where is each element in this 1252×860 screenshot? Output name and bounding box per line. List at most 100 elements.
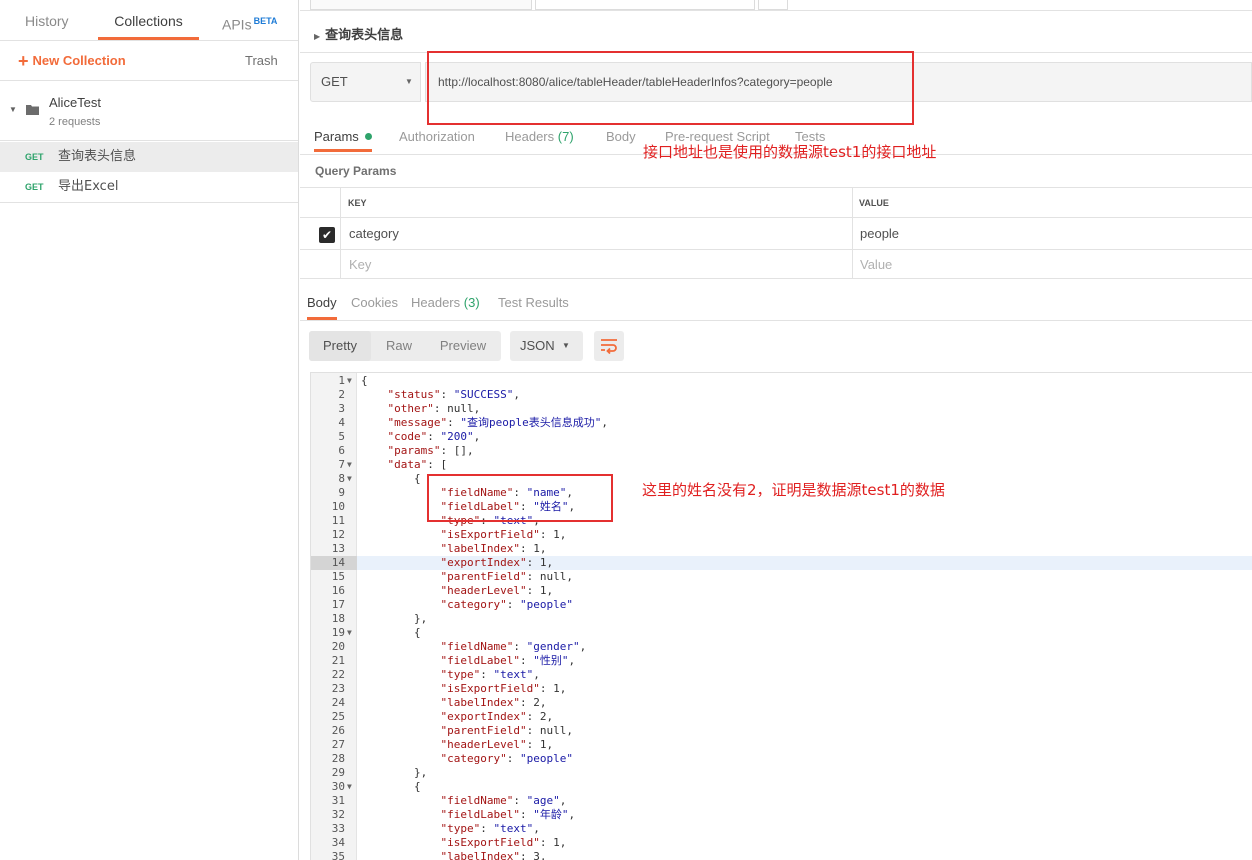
caret-down-icon[interactable]: ▼ [9, 105, 17, 114]
request-name: 导出Excel [58, 179, 119, 194]
annotation-box-data [427, 474, 613, 522]
code-text: "message": "查询people表头信息成功", [387, 416, 608, 429]
code-text: { [361, 626, 421, 639]
code-text: "labelIndex": 1, [440, 542, 547, 555]
line-number: 7 [338, 458, 345, 471]
response-tab-headers[interactable]: Headers (3) [411, 288, 480, 318]
tab-headers[interactable]: Headers (7) [505, 122, 574, 152]
code-line: 30 ▼ { [311, 780, 1252, 794]
code-line: 34 "isExportField": 1, [311, 836, 1252, 850]
fold-toggle-icon[interactable]: ▼ [347, 472, 352, 486]
line-number: 32 [331, 808, 345, 821]
fold-toggle-icon[interactable]: ▼ [347, 780, 352, 794]
request-item[interactable]: GET 导出Excel [0, 172, 298, 202]
collection-item[interactable]: ▼ AliceTest 2 requests [0, 85, 298, 139]
plus-icon: + [18, 51, 29, 71]
code-text: "fieldLabel": "年龄", [440, 808, 576, 821]
param-checkbox-cell: ✔ [300, 218, 341, 250]
line-number: 29 [331, 766, 345, 779]
param-value-input[interactable]: people [853, 218, 1252, 250]
code-line: 16 "headerLevel": 1, [311, 584, 1252, 598]
line-number: 21 [331, 654, 345, 667]
response-tab-body[interactable]: Body [307, 288, 337, 320]
line-number: 16 [331, 584, 345, 597]
code-text: "labelIndex": 2, [440, 696, 547, 709]
tab-history[interactable]: History [25, 0, 69, 40]
line-number: 23 [331, 682, 345, 695]
line-number: 17 [331, 598, 345, 611]
new-key-input[interactable]: Key [341, 250, 853, 279]
tab-collections[interactable]: Collections [98, 0, 199, 40]
request-title[interactable]: ▶ 查询表头信息 [314, 24, 403, 43]
request-tab-active[interactable] [535, 0, 755, 10]
code-text: "headerLevel": 1, [440, 738, 554, 751]
line-number: 35 [331, 850, 345, 860]
table-header-check [300, 188, 341, 218]
format-select[interactable]: JSON ▼ [510, 331, 583, 361]
response-tab-cookies[interactable]: Cookies [351, 288, 398, 318]
code-line: 7 ▼ "data": [ [311, 458, 1252, 472]
tab-authorization[interactable]: Authorization [399, 122, 475, 152]
code-line: 28 "category": "people" [311, 752, 1252, 766]
tab-headers-label: Headers [505, 129, 555, 144]
format-value: JSON [520, 338, 555, 353]
annotation-data-note: 这里的姓名没有2，证明是数据源test1的数据 [642, 481, 945, 499]
view-pretty-button[interactable]: Pretty [309, 331, 371, 361]
code-line: 6 "params": [], [311, 444, 1252, 458]
new-collection-button[interactable]: + New Collection [18, 50, 126, 72]
line-number: 25 [331, 710, 345, 723]
code-line: 18 }, [311, 612, 1252, 626]
tab-params[interactable]: Params [314, 122, 373, 152]
param-key-input[interactable]: category [341, 218, 853, 250]
collection-name: AliceTest [49, 95, 102, 110]
new-value-input[interactable]: Value [853, 250, 1252, 279]
line-number: 6 [338, 444, 345, 457]
chevron-down-icon: ▼ [405, 77, 413, 86]
line-number: 9 [338, 486, 345, 499]
checkbox-checked-icon[interactable]: ✔ [319, 227, 335, 243]
code-line: 33 "type": "text", [311, 822, 1252, 836]
fold-toggle-icon[interactable]: ▼ [347, 626, 352, 640]
caret-right-icon: ▶ [314, 32, 321, 41]
line-number: 31 [331, 794, 345, 807]
new-tab-button[interactable] [758, 0, 788, 10]
line-number: 26 [331, 724, 345, 737]
view-preview-button[interactable]: Preview [433, 331, 493, 361]
method-select[interactable]: GET ▼ [310, 62, 421, 102]
line-number: 2 [338, 388, 345, 401]
code-line: 5 "code": "200", [311, 430, 1252, 444]
code-text: { [361, 374, 368, 387]
request-tab[interactable] [310, 0, 532, 10]
response-body-viewer[interactable]: 1 ▼{2 "status": "SUCCESS", 3 "other": null… [310, 372, 1252, 860]
code-line: 4 "message": "查询people表头信息成功", [311, 416, 1252, 430]
line-number: 19 [331, 626, 345, 639]
request-title-text: 查询表头信息 [325, 28, 404, 43]
tab-params-label: Params [314, 129, 359, 144]
tab-apis[interactable]: APIs BETA [222, 0, 277, 40]
code-line: 25 "exportIndex": 2, [311, 710, 1252, 724]
request-item[interactable]: GET 查询表头信息 [0, 142, 298, 172]
fold-toggle-icon[interactable]: ▼ [347, 374, 352, 388]
code-line: 22 "type": "text", [311, 668, 1252, 682]
fold-toggle-icon[interactable]: ▼ [347, 458, 352, 472]
code-line: 12 "isExportField": 1, [311, 528, 1252, 542]
code-line: 13 "labelIndex": 1, [311, 542, 1252, 556]
code-line: 23 "isExportField": 1, [311, 682, 1252, 696]
code-text: "isExportField": 1, [440, 836, 567, 849]
trash-button[interactable]: Trash [245, 50, 278, 72]
tab-body[interactable]: Body [606, 122, 636, 152]
wrap-lines-button[interactable] [594, 331, 624, 361]
sidebar: History Collections APIs BETA + New Collec… [0, 0, 299, 860]
method-badge: GET [25, 152, 44, 162]
response-tab-headers-count: (3) [463, 295, 480, 310]
view-raw-button[interactable]: Raw [379, 331, 419, 361]
code-text: { [361, 472, 421, 485]
line-number: 3 [338, 402, 345, 415]
line-number: 27 [331, 738, 345, 751]
code-line: 24 "labelIndex": 2, [311, 696, 1252, 710]
response-tab-test-results[interactable]: Test Results [498, 288, 569, 318]
code-text: }, [361, 612, 428, 625]
code-line: 17 "category": "people" [311, 598, 1252, 612]
line-number: 15 [331, 570, 345, 583]
annotation-box-url [427, 51, 914, 125]
